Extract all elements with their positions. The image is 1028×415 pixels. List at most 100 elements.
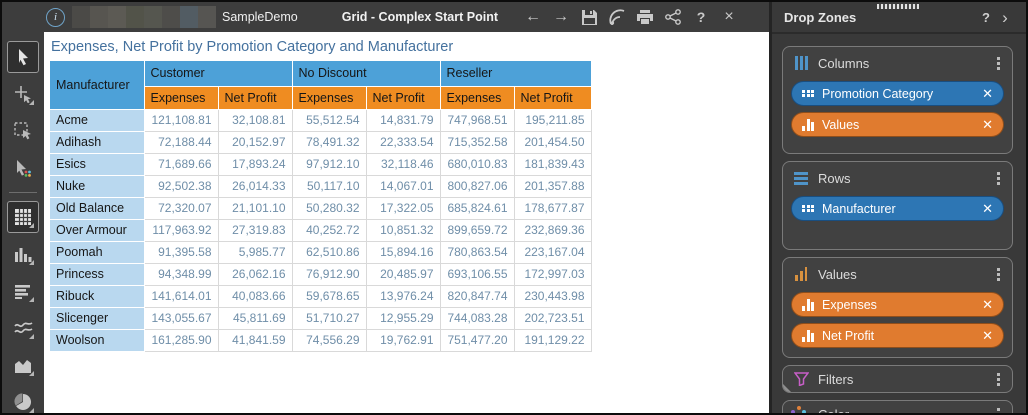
color-drop-zone[interactable]: Color <box>782 400 1013 415</box>
grid-icon <box>14 208 32 226</box>
value-cell: 201,454.50 <box>514 131 591 153</box>
select-tool[interactable] <box>7 41 39 73</box>
row-label-cell: Woolson <box>50 329 144 351</box>
value-cell: 15,894.16 <box>366 241 440 263</box>
value-cell: 820,847.74 <box>440 285 514 307</box>
back-button[interactable]: ← <box>521 5 545 29</box>
filters-menu-button[interactable] <box>993 369 1004 390</box>
selection-ants-artifact <box>877 4 919 9</box>
grid-visualization[interactable] <box>7 201 39 233</box>
table-row: Acme121,108.8132,108.8155,512.5414,831.7… <box>50 109 591 131</box>
bar-chart-icon <box>802 330 814 342</box>
pill-label: Expenses <box>822 298 877 312</box>
redacted-text <box>72 6 216 28</box>
table-row: Esics71,689.6617,893.2497,912.1032,118.4… <box>50 153 591 175</box>
field-pill-expenses[interactable]: Expenses ✕ <box>791 292 1004 317</box>
value-cell: 232,869.36 <box>514 219 591 241</box>
field-pill-manufacturer[interactable]: Manufacturer✕ <box>791 196 1004 221</box>
titlebar-actions: ← → ? × <box>521 5 769 29</box>
value-cell: 14,831.79 <box>366 109 440 131</box>
value-cell: 51,710.27 <box>292 307 366 329</box>
line-chart-icon <box>14 321 33 335</box>
grip-icon <box>802 205 814 213</box>
column-chart-visualization[interactable] <box>7 238 39 270</box>
marquee-select-tool[interactable] <box>7 115 39 147</box>
row-label-cell: Nuke <box>50 175 144 197</box>
column-group-header[interactable]: Reseller <box>440 61 591 86</box>
print-icon[interactable] <box>633 5 657 29</box>
remove-field-icon[interactable]: ✕ <box>976 87 993 100</box>
value-cell: 117,963.92 <box>144 219 218 241</box>
value-cell: 45,811.69 <box>218 307 292 329</box>
value-cell: 19,762.91 <box>366 329 440 351</box>
close-icon[interactable]: × <box>717 5 741 29</box>
forward-button[interactable]: → <box>549 5 573 29</box>
chart-title: Expenses, Net Profit by Promotion Catego… <box>51 39 453 55</box>
rows-menu-button[interactable] <box>993 168 1004 189</box>
bar-chart-visualization[interactable] <box>7 275 39 307</box>
field-pill-promotion-category[interactable]: Promotion Category✕ <box>791 81 1004 106</box>
rows-drop-zone[interactable]: Rows Manufacturer✕ <box>782 161 1013 250</box>
measure-header[interactable]: Net Profit <box>218 86 292 109</box>
value-cell: 17,322.05 <box>366 197 440 219</box>
row-label-cell: Princess <box>50 263 144 285</box>
panel-help-icon[interactable]: ? <box>975 10 997 25</box>
columns-drop-zone[interactable]: Columns Promotion Category✕Values✕ <box>782 46 1013 154</box>
value-cell: 744,083.28 <box>440 307 514 329</box>
column-group-header[interactable]: Customer <box>144 61 292 86</box>
view-title: Grid - Complex Start Point <box>342 10 498 24</box>
value-cell: 55,512.54 <box>292 109 366 131</box>
filters-drop-zone[interactable]: Filters <box>782 365 1013 393</box>
values-label: Values <box>818 267 857 282</box>
save-icon[interactable] <box>577 5 601 29</box>
remove-field-icon[interactable]: ✕ <box>976 202 993 215</box>
value-cell: 685,824.61 <box>440 197 514 219</box>
info-icon[interactable]: i <box>46 8 65 27</box>
value-cell: 32,118.46 <box>366 153 440 175</box>
row-dimension-header[interactable]: Manufacturer <box>50 61 144 109</box>
value-cell: 92,502.38 <box>144 175 218 197</box>
remove-field-icon[interactable]: ✕ <box>976 298 993 311</box>
measure-header[interactable]: Expenses <box>144 86 218 109</box>
smart-select-tool[interactable] <box>7 152 39 184</box>
value-cell: 223,167.04 <box>514 241 591 263</box>
measure-header[interactable]: Net Profit <box>514 86 591 109</box>
value-cell: 40,252.72 <box>292 219 366 241</box>
value-cell: 50,117.10 <box>292 175 366 197</box>
column-chart-icon <box>14 246 32 262</box>
table-row: Over Armour117,963.9227,319.8340,252.721… <box>50 219 591 241</box>
color-menu-button[interactable] <box>993 404 1004 415</box>
columns-menu-button[interactable] <box>993 53 1004 74</box>
values-drop-zone[interactable]: Values Expenses✕Net Profit✕ <box>782 257 1013 358</box>
measure-header[interactable]: Expenses <box>440 86 514 109</box>
bar-chart-icon <box>14 284 32 299</box>
value-cell: 680,010.83 <box>440 153 514 175</box>
measure-header[interactable]: Expenses <box>292 86 366 109</box>
field-pill-values[interactable]: Values✕ <box>791 112 1004 137</box>
pie-chart-visualization[interactable] <box>7 386 39 415</box>
area-chart-visualization[interactable] <box>7 349 39 381</box>
value-cell: 27,319.83 <box>218 219 292 241</box>
pie-chart-icon <box>14 393 32 411</box>
line-chart-visualization[interactable] <box>7 312 39 344</box>
values-menu-button[interactable] <box>993 264 1004 285</box>
column-group-header[interactable]: No Discount <box>292 61 440 86</box>
panel-collapse-icon[interactable]: › <box>997 9 1013 26</box>
measure-header[interactable]: Net Profit <box>366 86 440 109</box>
value-cell: 20,485.97 <box>366 263 440 285</box>
row-label-cell: Over Armour <box>50 219 144 241</box>
crosshair-select-tool[interactable] <box>7 78 39 110</box>
remove-field-icon[interactable]: ✕ <box>976 329 993 342</box>
value-cell: 780,863.54 <box>440 241 514 263</box>
subscribe-rss-icon[interactable] <box>605 5 629 29</box>
help-icon[interactable]: ? <box>689 5 713 29</box>
remove-field-icon[interactable]: ✕ <box>976 118 993 131</box>
field-pill-net-profit[interactable]: Net Profit✕ <box>791 323 1004 348</box>
share-icon[interactable] <box>661 5 685 29</box>
row-label-cell: Old Balance <box>50 197 144 219</box>
pivot-grid-container: ManufacturerCustomerNo DiscountResellerE… <box>50 61 592 352</box>
bar-chart-icon <box>802 119 814 131</box>
value-cell: 693,106.55 <box>440 263 514 285</box>
value-cell: 94,348.99 <box>144 263 218 285</box>
value-cell: 62,510.86 <box>292 241 366 263</box>
